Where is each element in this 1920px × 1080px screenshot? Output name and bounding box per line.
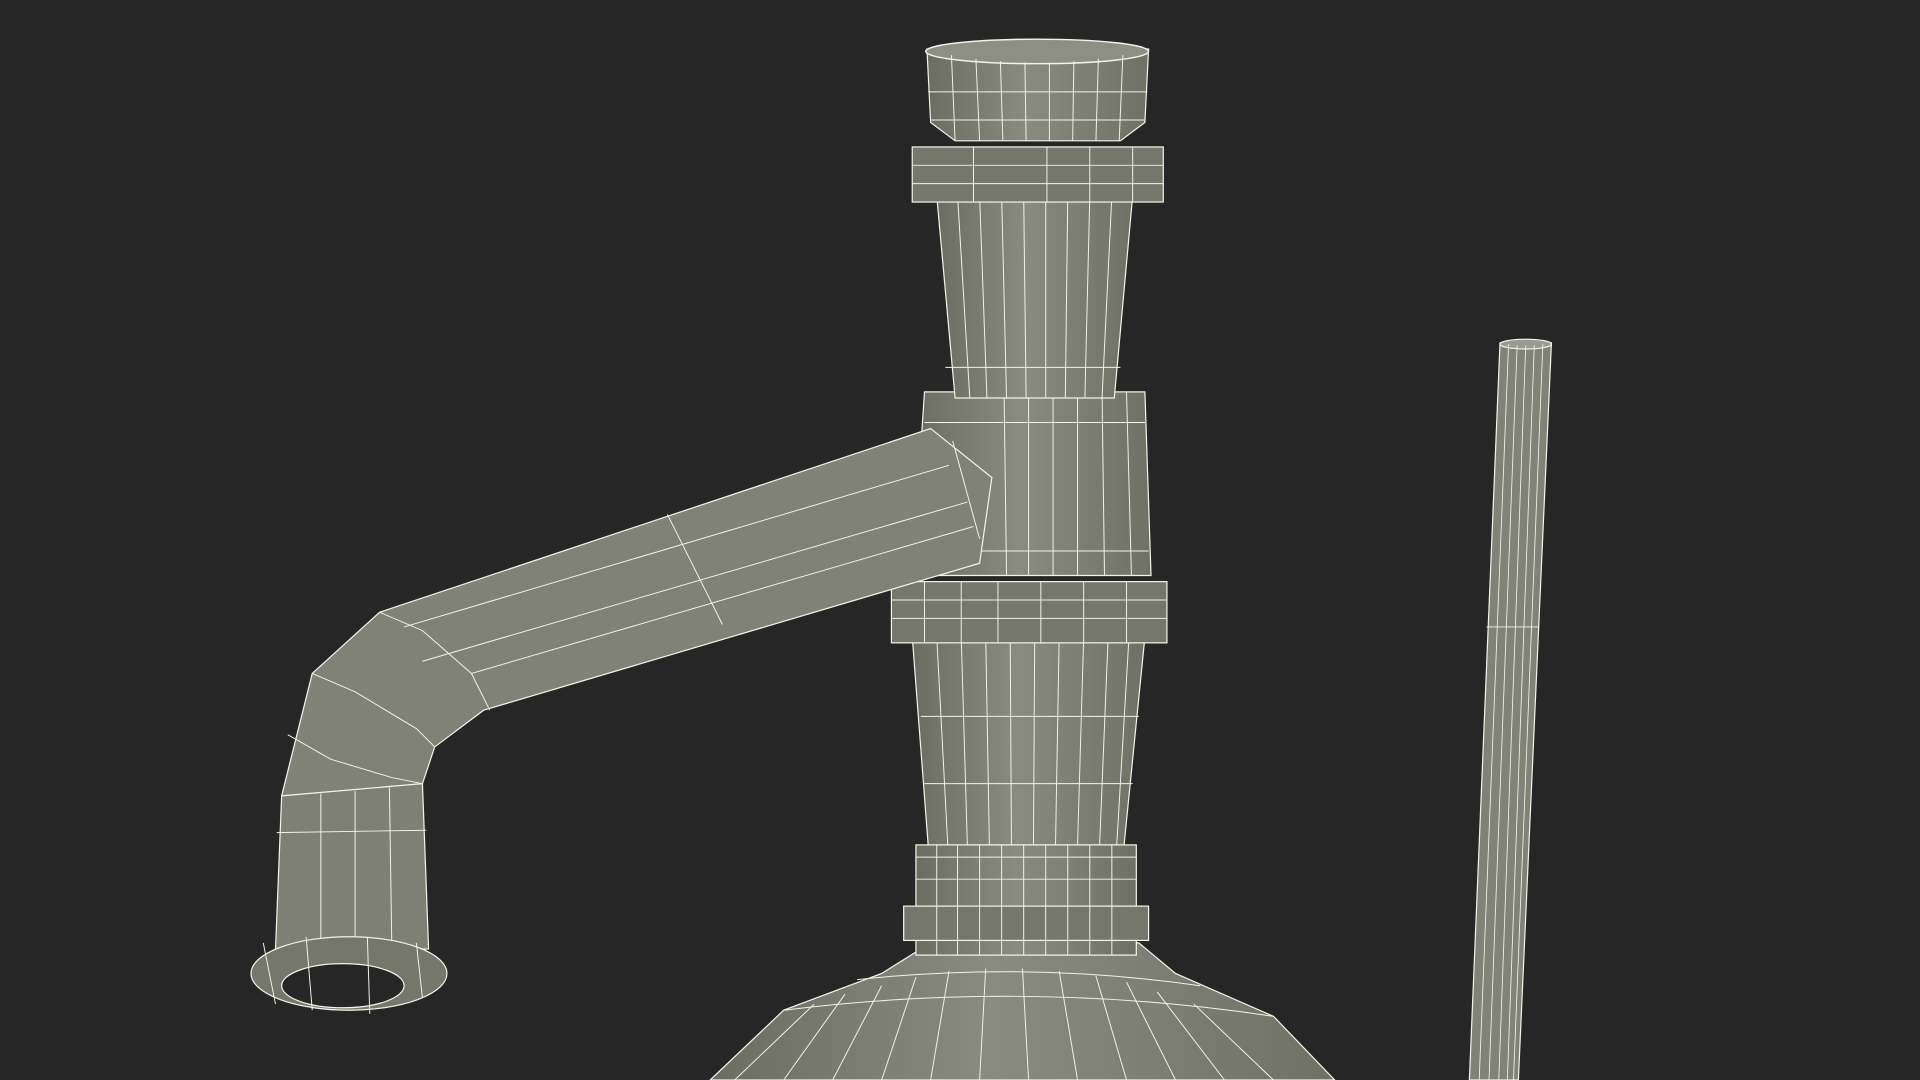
spout-pipe [274, 427, 993, 950]
column-top-cup [924, 38, 1150, 142]
spout-nozzle [250, 936, 448, 1014]
column-lower [903, 844, 1150, 956]
wireframe-render [250, 38, 1553, 1080]
base-cone [709, 942, 1336, 1080]
thin-rod [1468, 338, 1553, 1080]
column-middle [890, 581, 1168, 846]
render-viewport [0, 0, 1920, 1080]
column-neck [911, 146, 1164, 399]
